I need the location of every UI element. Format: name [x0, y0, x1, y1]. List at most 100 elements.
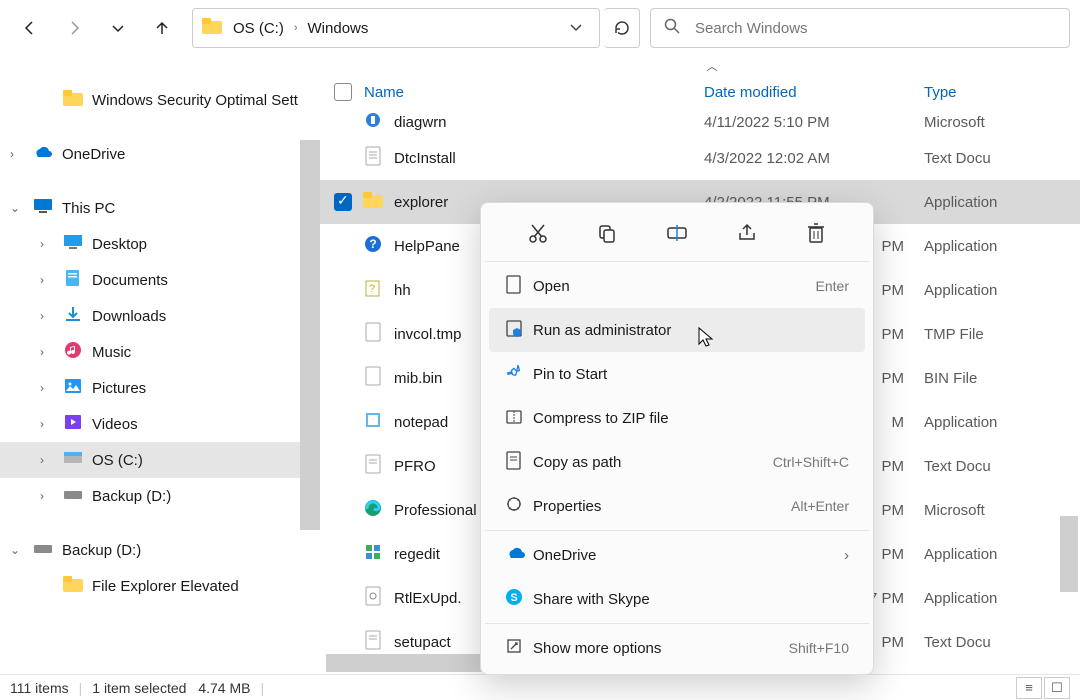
sidebar-item-label: Videos [92, 416, 138, 433]
list-item[interactable]: DtcInstall4/3/2022 12:02 AMText Docu [320, 136, 1080, 180]
copy-button[interactable] [591, 217, 623, 249]
view-tiles-button[interactable]: ☐ [1044, 677, 1070, 699]
select-all-checkbox[interactable] [334, 83, 352, 101]
sidebar-item-osc[interactable]: ›OS (C:) [0, 442, 320, 478]
file-icon [362, 366, 384, 390]
file-icon [362, 454, 384, 478]
up-button[interactable] [142, 8, 182, 48]
view-details-button[interactable]: ≡ [1016, 677, 1042, 699]
pc-icon [32, 198, 54, 218]
forward-button[interactable] [54, 8, 94, 48]
status-sel: 1 item selected [92, 680, 186, 696]
file-icon [362, 322, 384, 346]
chm-icon: ? [362, 279, 384, 301]
ctx-copypath[interactable]: Copy as pathCtrl+Shift+C [489, 440, 865, 484]
search-input[interactable] [695, 20, 1057, 37]
sidebar-item-label: Backup (D:) [92, 488, 171, 505]
downloads-icon [62, 305, 84, 327]
sidebar-item-label: Pictures [92, 380, 146, 397]
ctx-zip[interactable]: Compress to ZIP file [489, 396, 865, 440]
file-icon [362, 146, 384, 170]
drive-icon [62, 488, 84, 505]
sidebar-item-elevated[interactable]: File Explorer Elevated [0, 568, 320, 604]
sidebar-item-thispc[interactable]: ⌄This PC [0, 190, 320, 226]
sidebar-item-backup[interactable]: ›Backup (D:) [0, 478, 320, 514]
list-item[interactable]: diagwrn4/11/2022 5:10 PMMicrosoft [320, 108, 1080, 136]
toolbar: OS (C:) › Windows [0, 0, 1080, 56]
breadcrumb[interactable]: OS (C:) › Windows [192, 8, 600, 48]
recent-button[interactable] [98, 8, 138, 48]
column-headers[interactable]: Name Date modified Type [320, 76, 1080, 108]
sidebar-item-pictures[interactable]: ›Pictures [0, 370, 320, 406]
svg-text:?: ? [369, 237, 376, 251]
row-checkbox[interactable] [334, 193, 352, 211]
svg-text:?: ? [369, 283, 375, 295]
back-button[interactable] [10, 8, 50, 48]
sidebar-item-downloads[interactable]: ›Downloads [0, 298, 320, 334]
sidebar-item-label: Backup (D:) [62, 542, 141, 559]
open-icon [505, 274, 533, 298]
breadcrumb-seg[interactable]: Windows [308, 20, 369, 37]
sidebar-item-onedrive[interactable]: ›OneDrive [0, 136, 320, 172]
ctx-open[interactable]: OpenEnter [489, 264, 865, 308]
chevron-down-icon[interactable] [561, 20, 591, 37]
sidebar-item-label: This PC [62, 200, 115, 217]
sidebar-item-label: Desktop [92, 236, 147, 253]
sidebar-item-label: File Explorer Elevated [92, 578, 239, 595]
edge-icon [362, 499, 384, 521]
col-name[interactable]: Name [364, 84, 404, 101]
ctx-pin[interactable]: Pin to Start [489, 352, 865, 396]
status-count: 111 items [10, 680, 69, 696]
sidebar-item-backup2[interactable]: ⌄Backup (D:) [0, 532, 320, 568]
folder-icon [62, 576, 84, 596]
status-size: 4.74 MB [198, 680, 250, 696]
skype-icon: S [505, 588, 533, 610]
sidebar-scrollbar[interactable] [300, 140, 320, 530]
drive-icon [201, 17, 223, 39]
ctx-skype[interactable]: SShare with Skype [489, 577, 865, 621]
rename-button[interactable] [661, 217, 693, 249]
breadcrumb-seg[interactable]: OS (C:) [233, 20, 284, 37]
vertical-scrollbar[interactable] [1060, 516, 1078, 592]
search-box[interactable] [650, 8, 1070, 48]
sidebar-item-label: OneDrive [62, 146, 125, 163]
sidebar-item-label: OS (C:) [92, 452, 143, 469]
desktop-icon [62, 234, 84, 254]
ctx-run-admin[interactable]: Run as administrator [489, 308, 865, 352]
ctx-properties[interactable]: PropertiesAlt+Enter [489, 484, 865, 528]
file-icon [362, 630, 384, 654]
onedrive-icon [505, 546, 533, 564]
status-bar: 111 items | 1 item selected 4.74 MB | ≡ … [0, 674, 1080, 700]
notepad-icon [362, 411, 384, 433]
delete-button[interactable] [800, 217, 832, 249]
cut-button[interactable] [522, 217, 554, 249]
sidebar-item-desktop[interactable]: ›Desktop [0, 226, 320, 262]
ctx-more[interactable]: Show more optionsShift+F10 [489, 626, 865, 670]
col-date[interactable]: Date modified [704, 84, 924, 101]
more-icon [505, 637, 533, 659]
drive-icon [32, 542, 54, 559]
collapse-button[interactable]: ︿ [344, 56, 1080, 76]
sidebar-item-documents[interactable]: ›Documents [0, 262, 320, 298]
onedrive-icon [32, 145, 54, 163]
sidebar-item-label: Documents [92, 272, 168, 289]
sidebar-item-music[interactable]: ›Music [0, 334, 320, 370]
refresh-button[interactable] [604, 8, 640, 48]
col-type[interactable]: Type [924, 84, 1080, 101]
regedit-icon [362, 543, 384, 565]
sidebar: Windows Security Optimal Sett ›OneDrive … [0, 76, 320, 698]
videos-icon [62, 414, 84, 434]
path-icon [505, 450, 533, 474]
sidebar-item-security[interactable]: Windows Security Optimal Sett [0, 82, 320, 118]
context-menu: OpenEnter Run as administrator Pin to St… [480, 202, 874, 675]
folder-icon [62, 90, 84, 110]
svg-text:S: S [510, 592, 517, 604]
sidebar-item-videos[interactable]: ›Videos [0, 406, 320, 442]
sidebar-item-label: Downloads [92, 308, 166, 325]
zip-icon [505, 407, 533, 429]
ctx-onedrive[interactable]: OneDrive› [489, 533, 865, 577]
pictures-icon [62, 378, 84, 398]
music-icon [62, 341, 84, 363]
file-icon [362, 111, 384, 133]
share-button[interactable] [731, 217, 763, 249]
